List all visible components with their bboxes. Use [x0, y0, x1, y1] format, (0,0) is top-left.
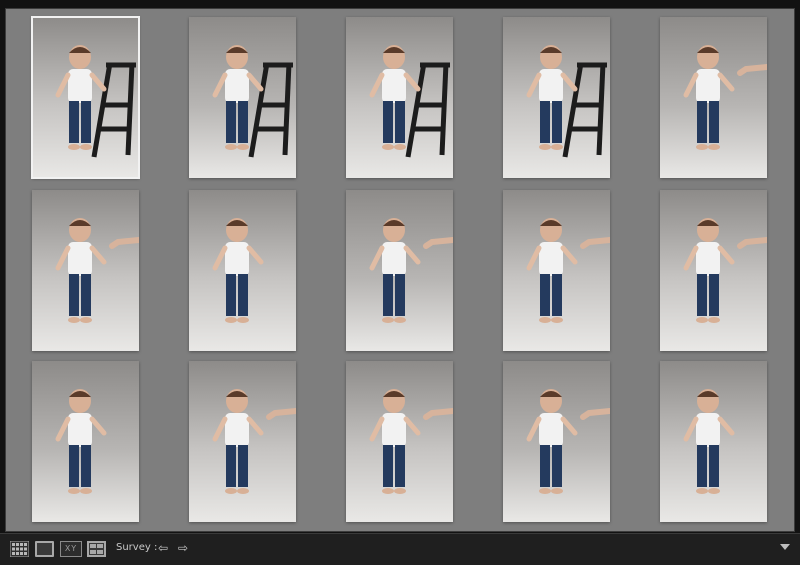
- right-arrow-icon[interactable]: ⇨: [178, 541, 188, 555]
- photo-thumbnail[interactable]: [660, 361, 767, 522]
- photo-thumbnail[interactable]: [503, 190, 610, 351]
- photo-thumbnail[interactable]: [503, 361, 610, 522]
- app-window: XY Survey : ⇦ ⇨: [0, 0, 800, 565]
- compare-view-icon[interactable]: XY: [60, 541, 82, 557]
- survey-label: Survey :: [116, 542, 158, 553]
- grid-view-icon[interactable]: [9, 540, 30, 558]
- photo-thumbnail[interactable]: [346, 361, 453, 522]
- photo-thumbnail[interactable]: [346, 17, 453, 178]
- chevron-down-icon[interactable]: [780, 544, 790, 550]
- bottom-toolbar: XY Survey : ⇦ ⇨: [0, 533, 800, 565]
- photo-thumbnail[interactable]: [32, 361, 139, 522]
- photo-thumbnail[interactable]: [31, 16, 140, 179]
- photo-grid: [5, 8, 795, 532]
- photo-thumbnail[interactable]: [32, 190, 139, 351]
- loupe-view-icon[interactable]: [35, 541, 54, 557]
- photo-thumbnail[interactable]: [660, 17, 767, 178]
- photo-thumbnail[interactable]: [503, 17, 610, 178]
- left-arrow-icon[interactable]: ⇦: [158, 541, 168, 555]
- photo-thumbnail[interactable]: [660, 190, 767, 351]
- photo-thumbnail[interactable]: [189, 361, 296, 522]
- photo-thumbnail[interactable]: [189, 17, 296, 178]
- photo-thumbnail[interactable]: [346, 190, 453, 351]
- survey-view-icon[interactable]: [87, 541, 106, 557]
- photo-thumbnail[interactable]: [189, 190, 296, 351]
